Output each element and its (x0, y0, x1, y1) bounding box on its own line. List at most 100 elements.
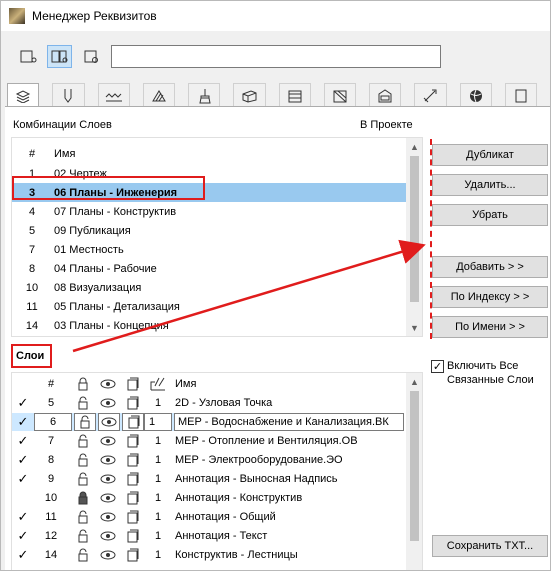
unlocked-icon[interactable] (74, 470, 92, 488)
tab-markup-styles[interactable] (459, 83, 492, 107)
tab-mep-systems[interactable] (414, 83, 447, 107)
save-txt-button[interactable]: Сохранить TXT... (432, 535, 548, 557)
solid-view-icon[interactable] (123, 508, 141, 526)
intersection-group[interactable]: 1 (146, 432, 170, 450)
solid-view-icon[interactable] (122, 413, 144, 431)
eye-icon[interactable] (98, 546, 118, 564)
intersection-group-column-icon[interactable] (146, 375, 170, 393)
eye-icon[interactable] (98, 413, 120, 431)
checkmark-icon[interactable] (16, 489, 30, 507)
tab-composites[interactable] (278, 83, 311, 107)
eye-icon[interactable] (98, 489, 118, 507)
table-row[interactable]: ✓ 8 1 MEP - Электрооборудование.ЭО (12, 451, 408, 469)
list-item[interactable]: 11 05 Планы - Детализация (12, 297, 407, 316)
intersection-group[interactable]: 1 (146, 470, 170, 488)
view-mode-preview-button[interactable] (79, 45, 104, 68)
combinations-scrollbar[interactable]: ▲ ▼ (406, 138, 422, 336)
list-item[interactable]: 14 03 Планы - Концепция (12, 316, 407, 335)
checkmark-icon[interactable]: ✓ (16, 546, 30, 564)
eye-icon[interactable] (98, 470, 118, 488)
table-row[interactable]: ✓ 14 1 Конструктив - Лестницы (12, 546, 408, 564)
layers-list[interactable]: # Имя ✓ 5 1 2D - Узловая Точка ✓ 6 1 MEP… (11, 372, 423, 570)
by-name-button[interactable]: По Имени > > (432, 316, 548, 338)
tab-building-materials[interactable] (233, 83, 266, 107)
eye-icon[interactable] (98, 451, 118, 469)
view-mode-double-button[interactable] (47, 45, 72, 68)
add-button[interactable]: Добавить > > (432, 256, 548, 278)
eye-icon[interactable] (98, 508, 118, 526)
table-row[interactable]: ✓ 5 1 2D - Узловая Точка (12, 394, 408, 412)
tab-fills[interactable] (142, 83, 175, 107)
tab-profiles[interactable] (323, 83, 356, 107)
search-input[interactable] (111, 45, 441, 68)
tab-zone-categories[interactable] (369, 83, 402, 107)
eye-icon[interactable] (98, 527, 118, 545)
unlocked-icon[interactable] (74, 508, 92, 526)
checkmark-icon[interactable]: ✓ (16, 508, 30, 526)
solid-view-icon[interactable] (123, 451, 141, 469)
unlocked-icon[interactable] (74, 413, 96, 431)
scroll-thumb[interactable] (410, 391, 419, 541)
list-item[interactable]: 4 07 Планы - Конструктив (12, 202, 407, 221)
view-mode-single-button[interactable] (16, 45, 41, 68)
list-item[interactable]: 10 08 Визуализация (12, 278, 407, 297)
checkmark-icon[interactable]: ✓ (16, 470, 30, 488)
solid-view-icon[interactable] (123, 489, 141, 507)
checkmark-icon[interactable]: ✓ (16, 432, 30, 450)
list-item[interactable]: 8 04 Планы - Рабочие (12, 259, 407, 278)
item-name: 05 Планы - Детализация (54, 300, 180, 313)
tab-more[interactable] (504, 83, 537, 107)
table-row[interactable]: ✓ 9 1 Аннотация - Выносная Надпись (12, 470, 408, 488)
scroll-up-arrow-icon[interactable]: ▲ (406, 138, 422, 155)
eye-icon[interactable] (98, 394, 118, 412)
tab-surfaces[interactable] (188, 83, 221, 107)
scroll-thumb[interactable] (410, 156, 419, 302)
wireframe-column-icon[interactable] (123, 375, 141, 393)
scroll-down-arrow-icon[interactable]: ▼ (406, 319, 422, 336)
checkmark-icon[interactable]: ✓ (16, 394, 30, 412)
visibility-column-icon[interactable] (98, 375, 118, 393)
table-row-selected[interactable]: ✓ 6 1 MEP - Водоснабжение и Канализация.… (12, 413, 404, 431)
intersection-group-field[interactable]: 1 (144, 413, 172, 431)
scroll-up-arrow-icon[interactable]: ▲ (406, 373, 422, 390)
by-index-button[interactable]: По Индексу > > (432, 286, 548, 308)
layer-name-field[interactable]: MEP - Водоснабжение и Канализация.ВК (174, 413, 404, 431)
checkmark-icon[interactable]: ✓ (16, 451, 30, 469)
solid-view-icon[interactable] (123, 527, 141, 545)
tab-layers[interactable] (7, 83, 40, 108)
intersection-group[interactable]: 1 (146, 451, 170, 469)
unlocked-icon[interactable] (74, 451, 92, 469)
intersection-group[interactable]: 1 (146, 394, 170, 412)
solid-view-icon[interactable] (123, 470, 141, 488)
lock-column-icon[interactable] (74, 375, 92, 393)
solid-view-icon[interactable] (123, 546, 141, 564)
list-item[interactable]: 7 01 Местность (12, 240, 407, 259)
table-row[interactable]: ✓ 7 1 MEP - Отопление и Вентиляция.ОВ (12, 432, 408, 450)
remove-button[interactable]: Убрать (432, 204, 548, 226)
include-linked-checkbox[interactable]: ✓ (431, 360, 444, 373)
intersection-group[interactable]: 1 (146, 527, 170, 545)
intersection-group[interactable]: 1 (146, 508, 170, 526)
intersection-group[interactable]: 1 (146, 489, 170, 507)
list-item[interactable]: 5 09 Публикация (12, 221, 407, 240)
unlocked-icon[interactable] (74, 432, 92, 450)
delete-button[interactable]: Удалить... (432, 174, 548, 196)
checkmark-icon[interactable]: ✓ (16, 413, 30, 431)
unlocked-icon[interactable] (74, 394, 92, 412)
tab-line-types[interactable] (97, 83, 130, 107)
locked-icon[interactable] (74, 489, 92, 507)
table-row[interactable]: ✓ 11 1 Аннотация - Общий (12, 508, 408, 526)
intersection-group[interactable]: 1 (146, 546, 170, 564)
checkmark-icon[interactable]: ✓ (16, 527, 30, 545)
layer-combinations-list[interactable]: # Имя 1 02 Чертеж 3 06 Планы - Инженерия… (11, 137, 423, 337)
unlocked-icon[interactable] (74, 527, 92, 545)
unlocked-icon[interactable] (74, 546, 92, 564)
eye-icon[interactable] (98, 432, 118, 450)
solid-view-icon[interactable] (123, 432, 141, 450)
tab-pens[interactable] (52, 83, 85, 107)
solid-view-icon[interactable] (123, 394, 141, 412)
layers-scrollbar[interactable]: ▲ (406, 373, 422, 570)
table-row[interactable]: ✓ 12 1 Аннотация - Текст (12, 527, 408, 545)
duplicate-button[interactable]: Дубликат (432, 144, 548, 166)
table-row[interactable]: 10 1 Аннотация - Конструктив (12, 489, 408, 507)
